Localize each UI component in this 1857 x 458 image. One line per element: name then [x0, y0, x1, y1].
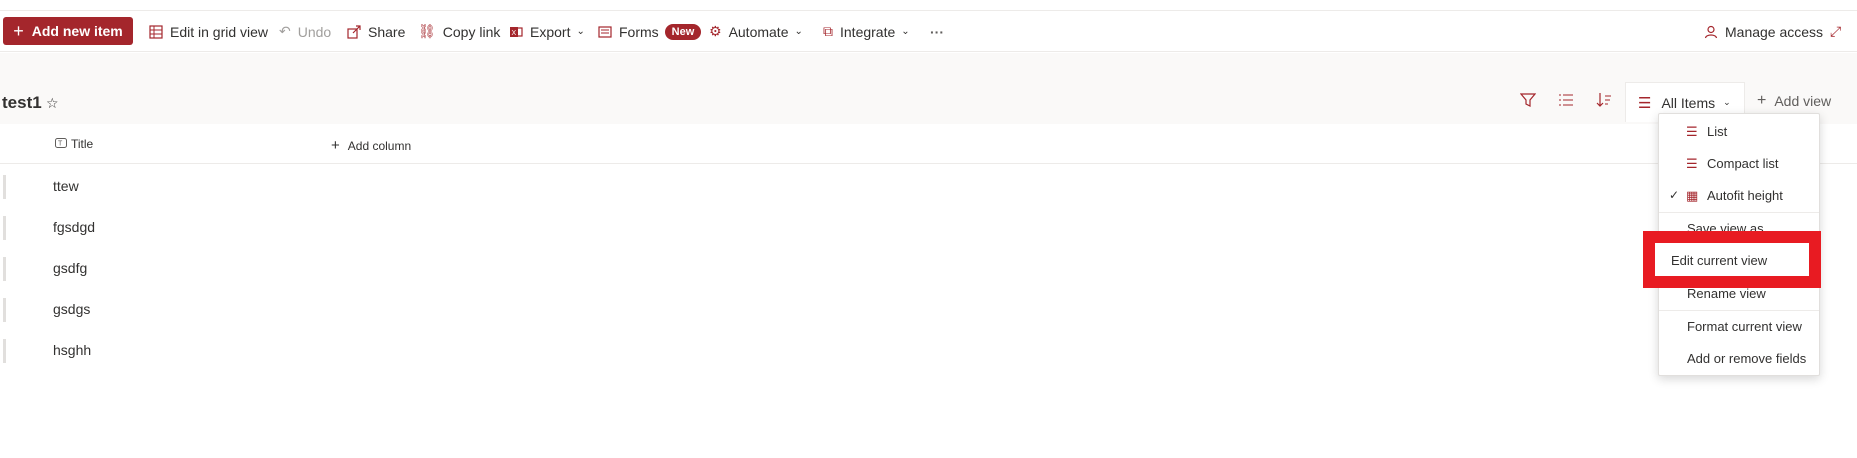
title-column-header[interactable]: T Title	[55, 137, 93, 151]
automate-label: Automate	[728, 23, 789, 40]
filter-icon[interactable]	[1519, 92, 1537, 112]
list-row[interactable]: gsdfg	[0, 247, 1650, 288]
title-column-label: Title	[71, 137, 94, 151]
undo-label: Undo	[297, 23, 332, 40]
list-title: test1	[2, 93, 42, 112]
autofit-icon: ▦	[1686, 188, 1699, 203]
title-cell[interactable]: gsdfg	[53, 260, 87, 276]
copy-link-label: Copy link	[442, 23, 501, 40]
title-cell[interactable]: ttew	[53, 178, 79, 194]
add-view-button[interactable]: + Add view	[1757, 92, 1831, 110]
current-view-label: All Items	[1661, 94, 1716, 111]
row-selector[interactable]	[3, 175, 6, 199]
forms-label: Forms	[619, 23, 659, 40]
add-new-item-label: Add new item	[31, 23, 123, 39]
link-icon: ⛓	[418, 23, 436, 39]
more-icon: ···	[930, 23, 944, 40]
undo-button[interactable]: ↶ Undo	[279, 11, 331, 52]
share-button[interactable]: Share	[347, 11, 405, 52]
export-button[interactable]: X Export ⌄	[509, 11, 585, 52]
more-options-button[interactable]: ···	[930, 11, 944, 52]
share-icon	[347, 24, 361, 39]
svg-text:X: X	[512, 30, 517, 37]
person-icon	[1704, 25, 1718, 39]
list-header-band	[0, 53, 1857, 124]
menu-item-label: Rename view	[1687, 286, 1766, 301]
menu-item-list[interactable]: ☰ List	[1659, 116, 1819, 148]
forms-button[interactable]: Forms New	[598, 11, 702, 52]
menu-item-compact-list[interactable]: ☰ Compact list	[1659, 148, 1819, 180]
copy-link-button[interactable]: ⛓ Copy link	[418, 11, 500, 52]
svg-text:T: T	[58, 140, 63, 147]
list-view-icon: ☰	[1686, 124, 1698, 139]
automate-button[interactable]: ⚙ Automate ⌄	[709, 11, 803, 52]
menu-item-label: Autofit height	[1707, 188, 1783, 203]
grid-icon	[149, 24, 163, 39]
list-row[interactable]: gsdgs	[0, 288, 1650, 329]
chevron-down-icon: ⌄	[901, 26, 910, 37]
excel-icon: X	[509, 25, 523, 39]
menu-item-label: List	[1707, 124, 1728, 139]
menu-item-autofit-height[interactable]: ✓ ▦ Autofit height	[1659, 180, 1819, 212]
menu-item-label: Add or remove fields	[1687, 351, 1807, 366]
automate-icon: ⚙	[709, 23, 722, 39]
group-by-icon[interactable]	[1558, 92, 1574, 112]
edit-grid-view-button[interactable]: Edit in grid view	[149, 11, 268, 52]
checkmark-icon: ✓	[1669, 188, 1680, 202]
list-row[interactable]: ttew	[0, 165, 1650, 206]
row-selector[interactable]	[3, 298, 6, 322]
menu-item-label: Compact list	[1707, 156, 1779, 171]
list-row[interactable]: fgsdgd	[0, 206, 1650, 247]
row-selector[interactable]	[3, 339, 6, 363]
favorite-star-icon[interactable]: ☆	[46, 95, 59, 112]
add-new-item-button[interactable]: + Add new item	[3, 17, 133, 45]
manage-access-button[interactable]: Manage access	[1704, 11, 1823, 52]
add-column-label: Add column	[347, 138, 412, 153]
plus-icon: +	[13, 21, 24, 41]
undo-icon: ↶	[279, 23, 291, 39]
export-label: Export	[530, 23, 571, 40]
title-cell[interactable]: hsghh	[53, 342, 91, 358]
menu-item-label: Format current view	[1687, 319, 1802, 334]
command-bar: + Add new item Edit in grid view ↶ Undo …	[0, 10, 1857, 52]
add-view-label: Add view	[1774, 93, 1832, 109]
edit-grid-label: Edit in grid view	[170, 23, 269, 40]
title-cell[interactable]: gsdgs	[53, 301, 90, 317]
menu-item-format-current-view[interactable]: Format current view	[1659, 311, 1819, 343]
add-column-button[interactable]: + Add column	[331, 137, 411, 154]
plus-icon: +	[331, 137, 340, 154]
menu-item-add-remove-fields[interactable]: Add or remove fields	[1659, 343, 1819, 375]
new-badge: New	[664, 23, 702, 40]
row-selector[interactable]	[3, 257, 6, 281]
menu-item-label: Edit current view	[1671, 253, 1768, 268]
manage-access-label: Manage access	[1725, 23, 1824, 40]
integrate-icon: ⧉	[823, 23, 833, 39]
chevron-down-icon: ⌄	[576, 26, 585, 37]
text-field-icon: T	[55, 137, 67, 151]
chevron-down-icon: ⌄	[794, 26, 803, 37]
list-row[interactable]: hsghh	[0, 329, 1650, 370]
sort-icon[interactable]	[1596, 92, 1612, 112]
integrate-button[interactable]: ⧉ Integrate ⌄	[823, 11, 910, 52]
share-label: Share	[368, 23, 406, 40]
forms-icon	[598, 25, 612, 39]
title-cell[interactable]: fgsdgd	[53, 219, 95, 235]
list-view-icon: ☰	[1638, 94, 1652, 112]
compact-list-icon: ☰	[1686, 156, 1698, 171]
column-header-row: T Title + Add column	[0, 124, 1857, 164]
row-selector[interactable]	[3, 216, 6, 240]
chevron-down-icon: ⌄	[1723, 97, 1731, 107]
plus-icon: +	[1757, 92, 1767, 109]
menu-item-edit-current-view[interactable]: Edit current view	[1655, 243, 1809, 276]
expand-icon[interactable]: ⤢	[1830, 11, 1841, 52]
integrate-label: Integrate	[840, 23, 896, 40]
highlight-box: Edit current view	[1643, 231, 1821, 288]
